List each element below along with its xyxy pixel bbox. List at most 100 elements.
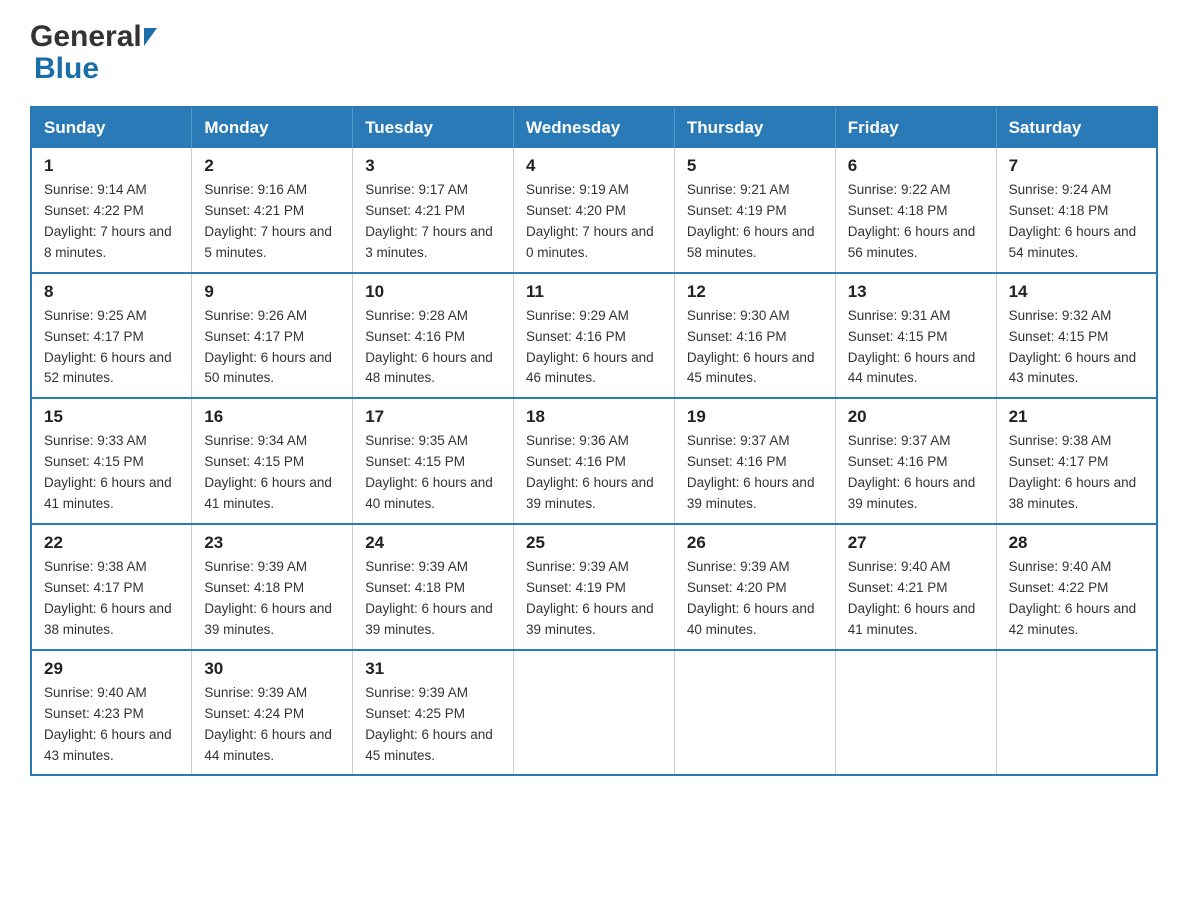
calendar-week-1: 1 Sunrise: 9:14 AMSunset: 4:22 PMDayligh… (31, 148, 1157, 273)
day-info: Sunrise: 9:21 AMSunset: 4:19 PMDaylight:… (687, 180, 823, 264)
weekday-header-monday: Monday (192, 107, 353, 148)
calendar-cell: 12 Sunrise: 9:30 AMSunset: 4:16 PMDaylig… (674, 273, 835, 399)
calendar-cell: 4 Sunrise: 9:19 AMSunset: 4:20 PMDayligh… (514, 148, 675, 273)
day-number: 8 (44, 282, 179, 302)
day-info: Sunrise: 9:35 AMSunset: 4:15 PMDaylight:… (365, 431, 501, 515)
calendar-cell: 30 Sunrise: 9:39 AMSunset: 4:24 PMDaylig… (192, 650, 353, 776)
calendar-cell: 14 Sunrise: 9:32 AMSunset: 4:15 PMDaylig… (996, 273, 1157, 399)
day-number: 18 (526, 407, 662, 427)
weekday-header-row: SundayMondayTuesdayWednesdayThursdayFrid… (31, 107, 1157, 148)
day-info: Sunrise: 9:39 AMSunset: 4:24 PMDaylight:… (204, 683, 340, 767)
logo: General Blue (30, 20, 159, 86)
calendar-cell: 11 Sunrise: 9:29 AMSunset: 4:16 PMDaylig… (514, 273, 675, 399)
day-number: 28 (1009, 533, 1144, 553)
calendar-cell: 2 Sunrise: 9:16 AMSunset: 4:21 PMDayligh… (192, 148, 353, 273)
calendar-cell: 31 Sunrise: 9:39 AMSunset: 4:25 PMDaylig… (353, 650, 514, 776)
calendar-cell: 15 Sunrise: 9:33 AMSunset: 4:15 PMDaylig… (31, 398, 192, 524)
day-number: 12 (687, 282, 823, 302)
calendar-cell: 18 Sunrise: 9:36 AMSunset: 4:16 PMDaylig… (514, 398, 675, 524)
calendar-cell: 1 Sunrise: 9:14 AMSunset: 4:22 PMDayligh… (31, 148, 192, 273)
calendar-cell: 7 Sunrise: 9:24 AMSunset: 4:18 PMDayligh… (996, 148, 1157, 273)
day-info: Sunrise: 9:40 AMSunset: 4:21 PMDaylight:… (848, 557, 984, 641)
day-info: Sunrise: 9:36 AMSunset: 4:16 PMDaylight:… (526, 431, 662, 515)
day-info: Sunrise: 9:40 AMSunset: 4:23 PMDaylight:… (44, 683, 179, 767)
day-number: 10 (365, 282, 501, 302)
calendar-cell (674, 650, 835, 776)
calendar-cell: 24 Sunrise: 9:39 AMSunset: 4:18 PMDaylig… (353, 524, 514, 650)
day-info: Sunrise: 9:29 AMSunset: 4:16 PMDaylight:… (526, 306, 662, 390)
day-info: Sunrise: 9:38 AMSunset: 4:17 PMDaylight:… (44, 557, 179, 641)
calendar-cell: 29 Sunrise: 9:40 AMSunset: 4:23 PMDaylig… (31, 650, 192, 776)
day-number: 15 (44, 407, 179, 427)
day-number: 26 (687, 533, 823, 553)
day-info: Sunrise: 9:31 AMSunset: 4:15 PMDaylight:… (848, 306, 984, 390)
day-number: 19 (687, 407, 823, 427)
logo-blue-text: Blue (34, 52, 99, 85)
calendar-cell: 28 Sunrise: 9:40 AMSunset: 4:22 PMDaylig… (996, 524, 1157, 650)
day-number: 4 (526, 156, 662, 176)
day-number: 24 (365, 533, 501, 553)
weekday-header-wednesday: Wednesday (514, 107, 675, 148)
day-info: Sunrise: 9:22 AMSunset: 4:18 PMDaylight:… (848, 180, 984, 264)
day-info: Sunrise: 9:39 AMSunset: 4:25 PMDaylight:… (365, 683, 501, 767)
day-info: Sunrise: 9:24 AMSunset: 4:18 PMDaylight:… (1009, 180, 1144, 264)
day-number: 13 (848, 282, 984, 302)
logo-general-text: General (30, 20, 142, 54)
day-number: 11 (526, 282, 662, 302)
logo-triangle-icon (144, 28, 157, 46)
calendar-cell: 3 Sunrise: 9:17 AMSunset: 4:21 PMDayligh… (353, 148, 514, 273)
day-info: Sunrise: 9:39 AMSunset: 4:18 PMDaylight:… (204, 557, 340, 641)
weekday-header-friday: Friday (835, 107, 996, 148)
day-info: Sunrise: 9:25 AMSunset: 4:17 PMDaylight:… (44, 306, 179, 390)
day-info: Sunrise: 9:38 AMSunset: 4:17 PMDaylight:… (1009, 431, 1144, 515)
calendar-cell (835, 650, 996, 776)
day-info: Sunrise: 9:19 AMSunset: 4:20 PMDaylight:… (526, 180, 662, 264)
day-number: 30 (204, 659, 340, 679)
day-info: Sunrise: 9:28 AMSunset: 4:16 PMDaylight:… (365, 306, 501, 390)
calendar-cell: 8 Sunrise: 9:25 AMSunset: 4:17 PMDayligh… (31, 273, 192, 399)
day-number: 21 (1009, 407, 1144, 427)
calendar-cell: 23 Sunrise: 9:39 AMSunset: 4:18 PMDaylig… (192, 524, 353, 650)
calendar-cell: 13 Sunrise: 9:31 AMSunset: 4:15 PMDaylig… (835, 273, 996, 399)
day-number: 5 (687, 156, 823, 176)
day-number: 29 (44, 659, 179, 679)
calendar-cell: 5 Sunrise: 9:21 AMSunset: 4:19 PMDayligh… (674, 148, 835, 273)
day-info: Sunrise: 9:39 AMSunset: 4:20 PMDaylight:… (687, 557, 823, 641)
calendar-week-4: 22 Sunrise: 9:38 AMSunset: 4:17 PMDaylig… (31, 524, 1157, 650)
day-number: 17 (365, 407, 501, 427)
day-info: Sunrise: 9:30 AMSunset: 4:16 PMDaylight:… (687, 306, 823, 390)
calendar-cell: 19 Sunrise: 9:37 AMSunset: 4:16 PMDaylig… (674, 398, 835, 524)
day-number: 31 (365, 659, 501, 679)
calendar-cell: 9 Sunrise: 9:26 AMSunset: 4:17 PMDayligh… (192, 273, 353, 399)
calendar-week-3: 15 Sunrise: 9:33 AMSunset: 4:15 PMDaylig… (31, 398, 1157, 524)
day-info: Sunrise: 9:40 AMSunset: 4:22 PMDaylight:… (1009, 557, 1144, 641)
day-number: 1 (44, 156, 179, 176)
day-info: Sunrise: 9:16 AMSunset: 4:21 PMDaylight:… (204, 180, 340, 264)
calendar-cell: 26 Sunrise: 9:39 AMSunset: 4:20 PMDaylig… (674, 524, 835, 650)
day-number: 14 (1009, 282, 1144, 302)
day-number: 16 (204, 407, 340, 427)
weekday-header-sunday: Sunday (31, 107, 192, 148)
calendar-cell: 10 Sunrise: 9:28 AMSunset: 4:16 PMDaylig… (353, 273, 514, 399)
weekday-header-tuesday: Tuesday (353, 107, 514, 148)
weekday-header-saturday: Saturday (996, 107, 1157, 148)
page-header: General Blue (30, 20, 1158, 86)
day-info: Sunrise: 9:14 AMSunset: 4:22 PMDaylight:… (44, 180, 179, 264)
weekday-header-thursday: Thursday (674, 107, 835, 148)
calendar-week-2: 8 Sunrise: 9:25 AMSunset: 4:17 PMDayligh… (31, 273, 1157, 399)
calendar-cell: 22 Sunrise: 9:38 AMSunset: 4:17 PMDaylig… (31, 524, 192, 650)
calendar-table: SundayMondayTuesdayWednesdayThursdayFrid… (30, 106, 1158, 776)
calendar-week-5: 29 Sunrise: 9:40 AMSunset: 4:23 PMDaylig… (31, 650, 1157, 776)
day-info: Sunrise: 9:39 AMSunset: 4:19 PMDaylight:… (526, 557, 662, 641)
day-number: 9 (204, 282, 340, 302)
calendar-cell: 25 Sunrise: 9:39 AMSunset: 4:19 PMDaylig… (514, 524, 675, 650)
day-number: 6 (848, 156, 984, 176)
day-number: 22 (44, 533, 179, 553)
day-info: Sunrise: 9:32 AMSunset: 4:15 PMDaylight:… (1009, 306, 1144, 390)
day-number: 2 (204, 156, 340, 176)
day-number: 20 (848, 407, 984, 427)
day-number: 3 (365, 156, 501, 176)
day-number: 7 (1009, 156, 1144, 176)
calendar-cell: 27 Sunrise: 9:40 AMSunset: 4:21 PMDaylig… (835, 524, 996, 650)
calendar-cell: 20 Sunrise: 9:37 AMSunset: 4:16 PMDaylig… (835, 398, 996, 524)
